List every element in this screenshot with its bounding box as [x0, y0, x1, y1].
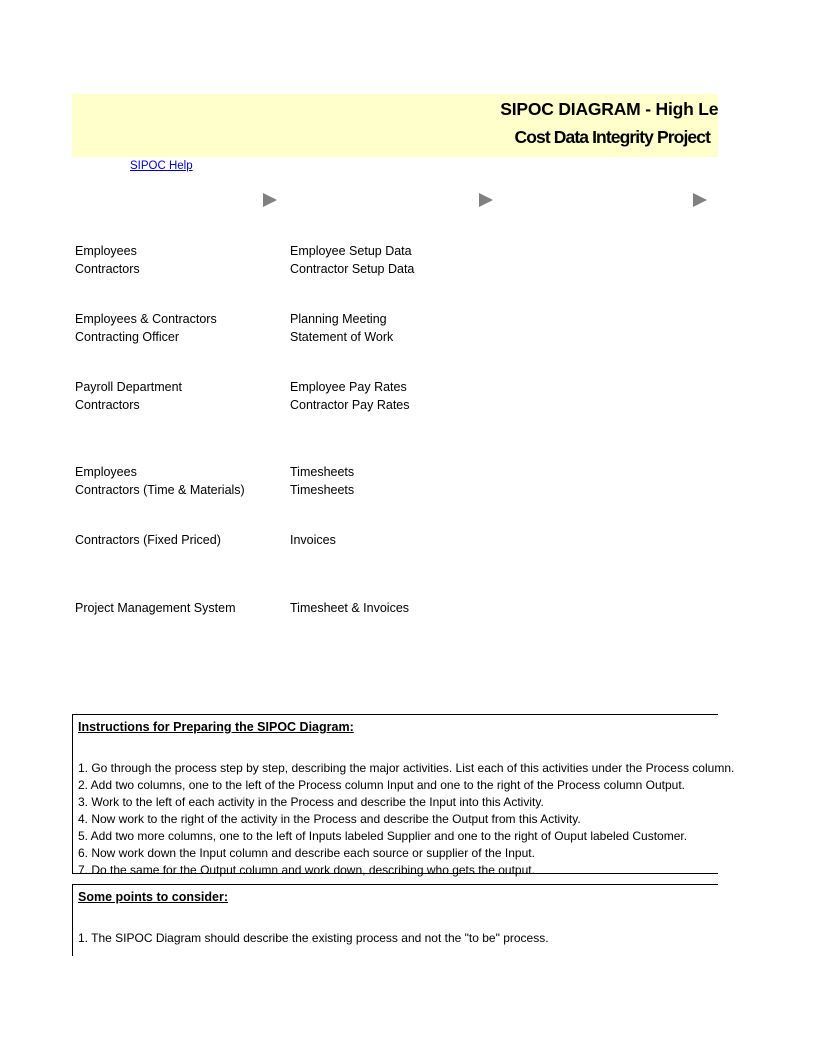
supplier-cell[interactable]: Project Management System — [75, 600, 236, 618]
supplier-cell[interactable]: Payroll Department — [75, 379, 182, 397]
point-line: 1. The SIPOC Diagram should describe the… — [78, 931, 549, 945]
instruction-line: 6. Now work down the Input column and de… — [78, 846, 535, 860]
input-cell[interactable]: Contractor Setup Data — [290, 261, 414, 279]
input-cell[interactable]: Contractor Pay Rates — [290, 397, 410, 415]
diagram-title-line-1: SIPOC DIAGRAM - High Level — [500, 99, 718, 119]
instructions-heading: Instructions for Preparing the SIPOC Dia… — [78, 720, 354, 734]
points-to-consider-box: Some points to consider: 1. The SIPOC Di… — [72, 884, 718, 956]
supplier-cell[interactable]: Contractors (Time & Materials) — [75, 482, 245, 500]
instruction-line: 7. Do the same for the Output column and… — [78, 863, 535, 877]
supplier-cell[interactable]: Contractors — [75, 261, 140, 279]
input-cell[interactable]: Statement of Work — [290, 329, 393, 347]
instructions-box: Instructions for Preparing the SIPOC Dia… — [72, 714, 734, 877]
sipoc-help-link[interactable]: SIPOC Help — [130, 160, 193, 172]
input-cell[interactable]: Employee Setup Data — [290, 243, 412, 261]
supplier-cell[interactable]: Employees — [75, 464, 137, 482]
points-heading: Some points to consider: — [78, 890, 229, 904]
triangle-right-icon — [693, 193, 707, 207]
instruction-line: 3. Work to the left of each activity in … — [78, 795, 544, 809]
instruction-line: 4. Now work to the right of the activity… — [78, 812, 581, 826]
supplier-cell[interactable]: Contracting Officer — [75, 329, 179, 347]
diagram-title-line-2: Cost Data Integrity Project — [514, 127, 711, 147]
instruction-line: 5. Add two more columns, one to the left… — [78, 829, 688, 843]
triangle-right-icon — [263, 193, 277, 207]
input-cell[interactable]: Employee Pay Rates — [290, 379, 407, 397]
input-cell[interactable]: Timesheet & Invoices — [290, 600, 409, 618]
input-cell[interactable]: Planning Meeting — [290, 311, 387, 329]
triangle-right-icon — [479, 193, 493, 207]
supplier-cell[interactable]: Contractors — [75, 397, 140, 415]
instruction-line: 2. Add two columns, one to the left of t… — [78, 778, 686, 792]
supplier-cell[interactable]: Employees — [75, 243, 137, 261]
input-cell[interactable]: Timesheets — [290, 464, 354, 482]
title-banner: SIPOC DIAGRAM - High Level Cost Data Int… — [72, 94, 718, 157]
supplier-cell[interactable]: Contractors (Fixed Priced) — [75, 532, 221, 550]
input-cell[interactable]: Invoices — [290, 532, 336, 550]
input-cell[interactable]: Timesheets — [290, 482, 354, 500]
instruction-line: 1. Go through the process step by step, … — [78, 761, 735, 775]
supplier-cell[interactable]: Employees & Contractors — [75, 311, 217, 329]
